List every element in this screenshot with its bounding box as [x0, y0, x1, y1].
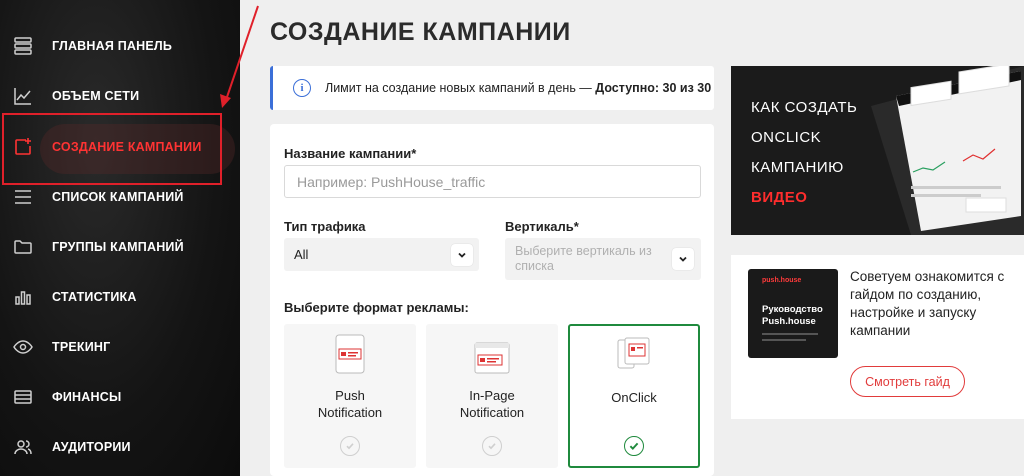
- wallet-icon: [12, 386, 34, 408]
- chevron-down-icon[interactable]: [672, 248, 694, 270]
- format-option-inpage[interactable]: In-Page Notification: [426, 324, 558, 468]
- sidebar-item-label: ОБЪЕМ СЕТИ: [52, 89, 140, 103]
- chart-line-icon: [12, 85, 34, 107]
- format-title: In-Page Notification: [459, 388, 525, 420]
- chevron-down-icon[interactable]: [451, 244, 473, 266]
- list-icon: [12, 186, 34, 208]
- guide-thumb-divider: [762, 333, 818, 335]
- guide-thumb-divider: [762, 339, 806, 341]
- sidebar-item-tracking[interactable]: ТРЕКИНГ: [0, 322, 240, 372]
- sidebar-item-label: ГРУППЫ КАМПАНИЙ: [52, 240, 184, 254]
- video-title-line: КАМПАНИЮ: [751, 159, 844, 176]
- eye-icon: [12, 336, 34, 358]
- guide-brand-logo: push.house: [762, 277, 802, 284]
- highlight-box: [2, 113, 222, 185]
- vertical-label: Вертикаль*: [505, 219, 579, 234]
- sidebar-item-label: ФИНАНСЫ: [52, 390, 122, 404]
- sidebar-item-audiences[interactable]: АУДИТОРИИ: [0, 422, 240, 472]
- format-option-onclick[interactable]: OnClick: [568, 324, 700, 468]
- inpage-notification-icon: [474, 342, 510, 374]
- sidebar-item-campaign-groups[interactable]: ГРУППЫ КАМПАНИЙ: [0, 222, 240, 272]
- guide-thumb-title: Руководство Push.house: [762, 304, 823, 327]
- video-title-line: ONCLICK: [751, 129, 822, 146]
- guide-description: Советуем ознакомится с гайдом по создани…: [850, 269, 1005, 338]
- format-option-push[interactable]: Push Notification: [284, 324, 416, 468]
- vertical-placeholder: Выберите вертикаль из списка: [515, 244, 652, 273]
- traffic-type-value: All: [294, 247, 309, 262]
- check-icon: [340, 436, 360, 456]
- push-notification-icon: [335, 334, 365, 374]
- video-tutorial-card[interactable]: КАК СОЗДАТЬ ONCLICK КАМПАНИЮ ВИДЕО: [731, 66, 1024, 235]
- sidebar-item-statistics[interactable]: СТАТИСТИКА: [0, 272, 240, 322]
- grid-icon: [12, 35, 34, 57]
- guide-thumbnail[interactable]: push.house Руководство Push.house: [748, 269, 838, 358]
- page-title: СОЗДАНИЕ КАМПАНИИ: [270, 18, 571, 46]
- format-title: Push Notification: [317, 388, 383, 420]
- campaign-form: Название кампании* Например: PushHouse_t…: [270, 124, 714, 476]
- format-title: OnClick: [611, 390, 657, 405]
- sidebar-item-label: ГЛАВНАЯ ПАНЕЛЬ: [52, 39, 173, 53]
- users-icon: [12, 436, 34, 458]
- campaign-name-input[interactable]: Например: PushHouse_traffic: [284, 165, 701, 198]
- sidebar-item-label: АУДИТОРИИ: [52, 440, 131, 454]
- campaign-name-label: Название кампании*: [284, 146, 417, 161]
- guide-card: push.house Руководство Push.house Совету…: [731, 255, 1024, 419]
- limit-available: Доступно: 30 из 30: [595, 81, 712, 95]
- sidebar-item-label: СТАТИСТИКА: [52, 290, 137, 304]
- sidebar-item-label: ТРЕКИНГ: [52, 340, 111, 354]
- limit-info-banner: i Лимит на создание новых кампаний в ден…: [270, 66, 714, 110]
- traffic-type-select[interactable]: All: [284, 238, 479, 271]
- sidebar-item-label: СПИСОК КАМПАНИЙ: [52, 190, 184, 204]
- folder-icon: [12, 236, 34, 258]
- format-label: Выберите формат рекламы:: [284, 300, 469, 315]
- traffic-type-label: Тип трафика: [284, 219, 366, 234]
- onclick-icon: [617, 337, 650, 369]
- video-title-line: КАК СОЗДАТЬ: [751, 99, 858, 116]
- video-label: ВИДЕО: [751, 189, 808, 206]
- bar-chart-icon: [12, 286, 34, 308]
- check-icon: [624, 436, 644, 456]
- sidebar-item-finance[interactable]: ФИНАНСЫ: [0, 372, 240, 422]
- check-icon: [482, 436, 502, 456]
- view-guide-button[interactable]: Смотреть гайд: [850, 366, 965, 397]
- info-icon: i: [293, 79, 311, 97]
- annotation-arrow: [220, 5, 259, 108]
- dashboard-preview-image: [871, 66, 1024, 235]
- limit-info-text: Лимит на создание новых кампаний в день …: [325, 81, 712, 95]
